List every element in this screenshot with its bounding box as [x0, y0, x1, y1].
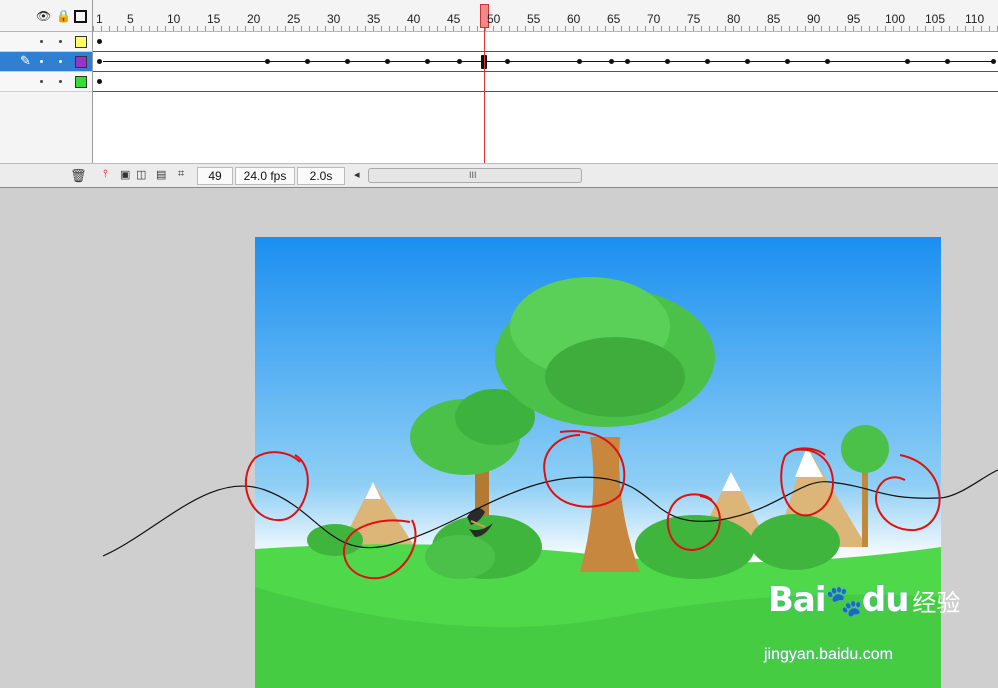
- keyframe[interactable]: [625, 59, 630, 64]
- scroll-grip[interactable]: III: [469, 169, 477, 182]
- onion-outline-icon[interactable]: ◫: [136, 168, 146, 181]
- bush: [750, 514, 840, 570]
- ruler-label: 1: [96, 12, 103, 26]
- watermark-logo-2: du: [861, 580, 910, 620]
- ruler-label: 70: [647, 12, 661, 26]
- layer-list: 👁 🔒 ✎: [0, 0, 93, 163]
- trash-icon[interactable]: 🗑: [70, 168, 87, 184]
- frame-row-3[interactable]: [93, 72, 998, 92]
- ruler-ticks: [93, 26, 998, 31]
- frame-row-1[interactable]: [93, 32, 998, 52]
- keyframe[interactable]: [905, 59, 910, 64]
- ruler-label: 50: [487, 12, 501, 26]
- ruler-label: 15: [207, 12, 221, 26]
- watermark-logo: Bai: [768, 580, 827, 620]
- frame-row-2[interactable]: [93, 52, 998, 72]
- onion-skin-icon[interactable]: ▣: [120, 168, 130, 181]
- outline-icon[interactable]: [74, 10, 87, 23]
- keyframe[interactable]: [577, 59, 582, 64]
- ruler-label: 25: [287, 12, 301, 26]
- ruler-label: 60: [567, 12, 581, 26]
- horizontal-scrollbar[interactable]: III: [368, 168, 582, 183]
- baidu-watermark: Bai🐾du 经验: [768, 580, 960, 620]
- visibility-dot[interactable]: [40, 60, 43, 63]
- layer-row-2[interactable]: ✎: [0, 52, 92, 72]
- elapsed-time-field: 2.0s: [297, 167, 345, 185]
- center-frame-icon[interactable]: ⫯: [103, 168, 108, 181]
- ruler-label: 20: [247, 12, 261, 26]
- bush: [307, 524, 363, 556]
- ruler-label: 90: [807, 12, 821, 26]
- ruler-label: 35: [367, 12, 381, 26]
- layer-row-3[interactable]: [0, 72, 92, 92]
- keyframe[interactable]: [825, 59, 830, 64]
- edit-multiple-frames-icon[interactable]: ▤: [156, 168, 166, 181]
- ruler-label: 75: [687, 12, 701, 26]
- keyframe[interactable]: [345, 59, 350, 64]
- ruler-label: 65: [607, 12, 621, 26]
- ruler-label: 85: [767, 12, 781, 26]
- watermark-cn: 经验: [912, 589, 961, 617]
- ruler-label: 55: [527, 12, 541, 26]
- keyframe[interactable]: [305, 59, 310, 64]
- lock-dot[interactable]: [59, 60, 62, 63]
- visibility-dot[interactable]: [40, 80, 43, 83]
- keyframe[interactable]: [785, 59, 790, 64]
- frame-rate-field[interactable]: 24.0 fps: [235, 167, 295, 185]
- keyframe[interactable]: [425, 59, 430, 64]
- layer-color-swatch[interactable]: [75, 76, 87, 88]
- ruler-label: 10: [167, 12, 181, 26]
- ruler-label: 80: [727, 12, 741, 26]
- ruler-label: 110: [965, 12, 985, 26]
- ruler-label: 95: [847, 12, 861, 26]
- modify-onion-markers-icon[interactable]: ⌗: [178, 168, 184, 181]
- lock-dot[interactable]: [59, 80, 62, 83]
- timeline-status-bar: 🗑 ⫯ ▣ ◫ ▤ ⌗ 49 24.0 fps 2.0s ◂ III: [0, 163, 998, 187]
- ruler-label: 30: [327, 12, 341, 26]
- keyframe[interactable]: [609, 59, 614, 64]
- ruler-label: 45: [447, 12, 461, 26]
- keyframe[interactable]: [505, 59, 510, 64]
- keyframe[interactable]: [97, 39, 102, 44]
- ruler-label: 100: [885, 12, 906, 26]
- ruler-label: 5: [127, 12, 134, 26]
- playhead-line: [484, 28, 485, 163]
- ruler-label: 40: [407, 12, 421, 26]
- motion-tween-line: [103, 61, 992, 62]
- keyframe[interactable]: [745, 59, 750, 64]
- layer-header: 👁 🔒: [0, 0, 92, 32]
- layer-row-1[interactable]: [0, 32, 92, 52]
- ruler-label: 105: [925, 12, 946, 26]
- keyframe[interactable]: [991, 59, 996, 64]
- big-tree-crown: [545, 337, 685, 417]
- tree-crown: [841, 425, 889, 473]
- keyframe[interactable]: [945, 59, 950, 64]
- bush: [425, 535, 495, 579]
- keyframe[interactable]: [97, 59, 102, 64]
- keyframe[interactable]: [265, 59, 270, 64]
- keyframe[interactable]: [705, 59, 710, 64]
- layer-color-swatch[interactable]: [75, 56, 87, 68]
- paw-icon: 🐾: [825, 584, 863, 619]
- keyframe[interactable]: [665, 59, 670, 64]
- lock-dot[interactable]: [59, 40, 62, 43]
- keyframe[interactable]: [385, 59, 390, 64]
- lock-icon[interactable]: 🔒: [56, 9, 71, 23]
- frame-area[interactable]: 1 5 10 15 20 25 30 35 40 45 50 55 60 65 …: [93, 0, 998, 163]
- visibility-dot[interactable]: [40, 40, 43, 43]
- stage-canvas[interactable]: [255, 237, 941, 688]
- keyframe[interactable]: [457, 59, 462, 64]
- watermark-url: jingyan.baidu.com: [764, 646, 893, 663]
- pencil-icon: ✎: [20, 53, 31, 68]
- eye-icon[interactable]: 👁: [36, 9, 51, 23]
- frame-ruler[interactable]: 1 5 10 15 20 25 30 35 40 45 50 55 60 65 …: [93, 0, 998, 32]
- scroll-left-icon[interactable]: ◂: [354, 168, 360, 181]
- timeline-panel: 👁 🔒 ✎ 1 5 10 15 20 25 30 35 40 45 50 55 …: [0, 0, 998, 188]
- scene-illustration: [255, 237, 941, 688]
- layer-color-swatch[interactable]: [75, 36, 87, 48]
- keyframe[interactable]: [97, 79, 102, 84]
- bush: [635, 515, 755, 579]
- current-frame-field: 49: [197, 167, 233, 185]
